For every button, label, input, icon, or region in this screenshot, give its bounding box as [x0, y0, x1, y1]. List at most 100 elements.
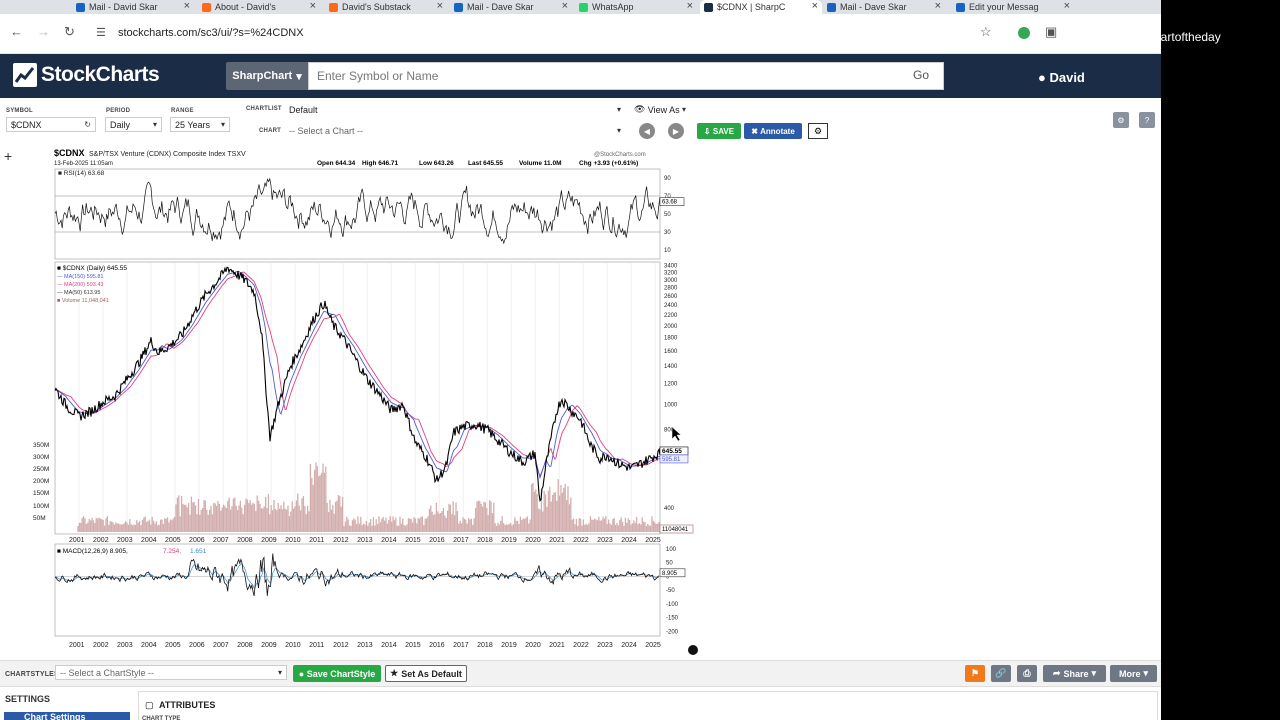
- help-icon[interactable]: ?: [1139, 112, 1155, 128]
- x-axis-label: 2006: [189, 537, 205, 544]
- tab-close-icon[interactable]: ×: [184, 0, 190, 12]
- more-button[interactable]: More ▾: [1110, 665, 1157, 682]
- price-tick-label: 2400: [664, 303, 678, 309]
- screen: Mail - David Skar × About - David's × David'…: [0, 0, 1280, 720]
- tab-title: Mail - Dave Skar: [467, 2, 534, 12]
- price-tick-label: 1000: [664, 402, 678, 408]
- browser-tab[interactable]: Edit your Messag ×: [952, 0, 1074, 14]
- settings-gear-icon[interactable]: ⚙: [808, 123, 828, 139]
- rsi-tick-label: 30: [664, 230, 671, 236]
- layout-settings-icon[interactable]: ⚙: [1113, 112, 1129, 128]
- volume-tick-label: 250M: [33, 466, 49, 473]
- product-dropdown[interactable]: SharpChart ▾: [226, 62, 308, 90]
- x-axis-label: 2008: [237, 537, 253, 544]
- print-icon[interactable]: ⎙: [1017, 665, 1037, 682]
- x-axis-label: 2003: [117, 537, 133, 544]
- range-select[interactable]: 25 Years ▾: [170, 117, 230, 132]
- x-axis-label: 2013: [357, 537, 373, 544]
- x-axis-label: 2014: [381, 537, 397, 544]
- browser-tab[interactable]: Mail - Dave Skar ×: [823, 0, 945, 14]
- browser-tab[interactable]: $CDNX | SharpC ×: [700, 0, 822, 14]
- symbol-search-input[interactable]: Enter Symbol or Name: [308, 62, 944, 90]
- tab-close-icon[interactable]: ×: [812, 0, 818, 12]
- tab-favicon-icon: [76, 2, 85, 12]
- view-as-dropdown[interactable]: 👁 View As ▾: [630, 102, 690, 117]
- tab-close-icon[interactable]: ×: [1064, 0, 1070, 12]
- range-label: RANGE: [171, 108, 194, 114]
- x-axis-label: 2001: [69, 537, 85, 544]
- browser-tab[interactable]: David's Substack ×: [325, 0, 447, 14]
- price-chart[interactable]: $CDNX S&P/TSX Venture (CDNX) Composite In…: [0, 144, 1161, 658]
- chevron-down-icon: ▾: [616, 105, 621, 114]
- alert-bell-icon[interactable]: ⚑: [965, 665, 985, 682]
- go-button[interactable]: Go: [913, 68, 929, 82]
- forward-icon[interactable]: →: [37, 24, 50, 39]
- change-value: Chg +3.93 (+0.61%): [579, 160, 638, 167]
- volume-tick-label: 200M: [33, 478, 49, 485]
- price-value-badge-text: 645.55: [662, 448, 682, 455]
- chart-select[interactable]: -- Select a Chart -- ▾: [285, 123, 625, 138]
- x-axis-label: 2023: [597, 642, 613, 649]
- tab-close-icon[interactable]: ×: [562, 0, 568, 12]
- price-tick-label: 3400: [664, 264, 678, 270]
- extension-icon[interactable]: [1018, 27, 1030, 39]
- browser-tab[interactable]: Mail - David Skar ×: [72, 0, 194, 14]
- tab-favicon-icon: [454, 2, 463, 12]
- x-axis-label: 2022: [573, 537, 589, 544]
- collapse-icon[interactable]: ▢: [145, 700, 154, 711]
- period-select[interactable]: Daily ▾: [105, 117, 162, 132]
- rsi-tick-label: 10: [664, 248, 671, 254]
- site-logo[interactable]: StockCharts: [41, 63, 160, 87]
- x-axis-label: 2023: [597, 537, 613, 544]
- overlay-label: Stockchartoftheday: [1118, 30, 1221, 44]
- set-as-default-button[interactable]: ★ Set As Default: [385, 665, 467, 682]
- extensions-puzzle-icon[interactable]: ▣: [1045, 24, 1057, 40]
- tab-close-icon[interactable]: ×: [935, 0, 941, 12]
- annotate-label: Annotate: [760, 126, 795, 136]
- view-as-label: View As: [647, 104, 680, 115]
- share-button[interactable]: ➦ Share ▾: [1043, 665, 1106, 682]
- tab-title: Mail - Dave Skar: [840, 2, 907, 12]
- tab-close-icon[interactable]: ×: [437, 0, 443, 12]
- volume-legend: ■ Volume 11,048,041: [57, 298, 109, 304]
- tab-title: Edit your Messag: [969, 2, 1039, 12]
- next-chart-icon[interactable]: ▶: [668, 123, 684, 139]
- x-axis-label: 2004: [141, 537, 157, 544]
- url-field[interactable]: stockcharts.com/sc3/ui/?s=%24CDNX: [118, 27, 304, 39]
- ohlc-value: Volume 11.0M: [519, 160, 562, 167]
- rsi-line: [54, 177, 661, 245]
- tab-favicon-icon: [202, 2, 211, 12]
- reload-icon[interactable]: ↻: [64, 24, 75, 40]
- annotate-button[interactable]: ✖ Annotate: [744, 123, 802, 139]
- ma150-line: [54, 270, 661, 480]
- tab-title: Mail - David Skar: [89, 2, 158, 12]
- symbol-input[interactable]: $CDNX ↻: [6, 117, 96, 132]
- browser-tab[interactable]: WhatsApp ×: [575, 0, 697, 14]
- chartstyle-select[interactable]: -- Select a ChartStyle -- ▾: [55, 665, 287, 680]
- x-axis-label: 2018: [477, 537, 493, 544]
- save-chart-button[interactable]: ⇩ SAVE: [697, 123, 741, 139]
- x-axis-label: 2021: [549, 537, 565, 544]
- chartlist-select[interactable]: Default ▾: [285, 102, 625, 117]
- macd-tick-label: -100: [666, 602, 679, 608]
- browser-tab[interactable]: About - David's ×: [198, 0, 320, 14]
- refresh-icon[interactable]: ↻: [84, 120, 91, 129]
- link-icon[interactable]: 🔗: [991, 665, 1011, 682]
- bookmark-star-icon[interactable]: ☆: [980, 24, 992, 40]
- x-axis-label: 2012: [333, 537, 349, 544]
- tab-close-icon[interactable]: ×: [310, 0, 316, 12]
- stockcharts-logo-icon[interactable]: [13, 63, 37, 87]
- price-tick-label: 2200: [664, 313, 678, 319]
- user-menu[interactable]: ● David: [1038, 70, 1085, 85]
- previous-chart-icon[interactable]: ◀: [639, 123, 655, 139]
- ma50-legend: — MA(50) 613.95: [57, 290, 100, 296]
- save-chartstyle-button[interactable]: ● Save ChartStyle: [293, 665, 381, 682]
- chart-settings-tab[interactable]: Chart Settings: [4, 712, 130, 720]
- price-tick-label: 2800: [664, 286, 678, 292]
- browser-tab[interactable]: Mail - Dave Skar ×: [450, 0, 572, 14]
- site-info-icon[interactable]: ☰: [96, 26, 106, 39]
- tab-close-icon[interactable]: ×: [687, 0, 693, 12]
- volume-tick-label: 350M: [33, 442, 49, 449]
- back-icon[interactable]: ←: [10, 24, 23, 39]
- chart-settings-label: Chart Settings: [24, 712, 86, 720]
